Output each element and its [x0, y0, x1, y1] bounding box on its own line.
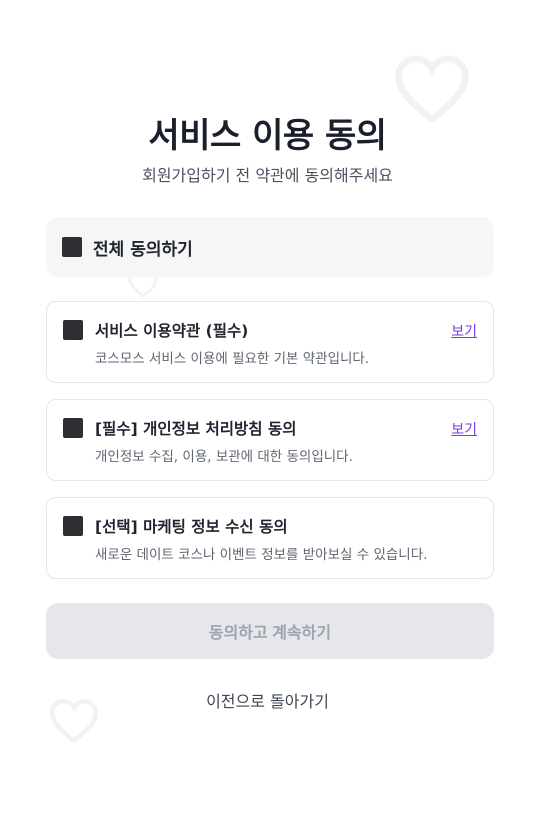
service-terms-view-link[interactable]: 보기 — [451, 321, 477, 341]
agree-continue-button[interactable]: 동의하고 계속하기 — [46, 603, 494, 659]
agree-all-checkbox[interactable] — [62, 237, 82, 257]
service-terms-checkbox[interactable] — [63, 320, 83, 340]
privacy-policy-view-link[interactable]: 보기 — [451, 419, 477, 439]
terms-card-marketing: [선택] 마케팅 정보 수신 동의 새로운 데이트 코스나 이벤트 정보를 받아… — [46, 497, 494, 579]
back-link[interactable]: 이전으로 돌아가기 — [0, 688, 535, 712]
terms-card-service: 서비스 이용약관 (필수) 보기 코스모스 서비스 이용에 필요한 기본 약관입… — [46, 301, 494, 383]
marketing-consent-checkbox[interactable] — [63, 516, 83, 536]
agree-all-label: 전체 동의하기 — [93, 239, 193, 260]
agree-all-row[interactable]: 전체 동의하기 — [46, 217, 494, 277]
page-title: 서비스 이용 동의 — [148, 116, 387, 156]
marketing-consent-description: 새로운 데이트 코스나 이벤트 정보를 받아보실 수 있습니다. — [95, 547, 428, 563]
privacy-policy-title: [필수] 개인정보 처리방침 동의 — [95, 420, 297, 438]
marketing-consent-title: [선택] 마케팅 정보 수신 동의 — [95, 518, 288, 536]
privacy-policy-checkbox[interactable] — [63, 418, 83, 438]
service-terms-description: 코스모스 서비스 이용에 필요한 기본 약관입니다. — [95, 351, 370, 367]
terms-card-privacy: [필수] 개인정보 처리방침 동의 보기 개인정보 수집, 이용, 보관에 대한… — [46, 399, 494, 481]
privacy-policy-description: 개인정보 수집, 이용, 보관에 대한 동의입니다. — [95, 449, 353, 465]
page-subtitle: 회원가입하기 전 약관에 동의해주세요 — [142, 166, 393, 185]
service-terms-title: 서비스 이용약관 (필수) — [95, 322, 249, 340]
